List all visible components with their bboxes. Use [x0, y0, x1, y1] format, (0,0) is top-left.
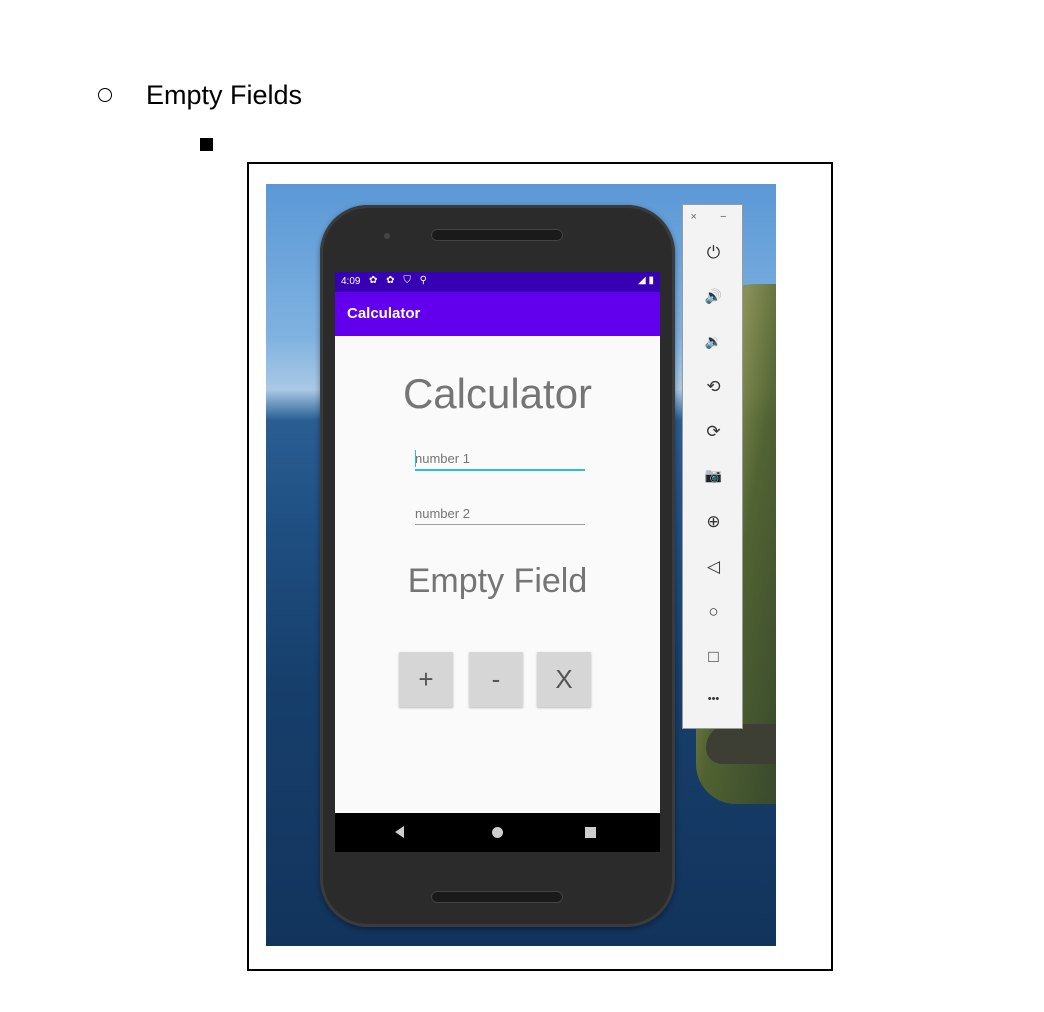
number2-input[interactable] [415, 502, 585, 525]
multiply-button[interactable]: X [537, 652, 591, 707]
emulator-toolbar: × − ⏻ 🔊 🔉 ⟲ ⟳ 📷 ⊕ ◁ ○ □ ••• [682, 204, 743, 729]
number1-input[interactable] [415, 447, 585, 471]
status-bar: 4:09 ✿ ✿ ⛉ ⚲ ◢ ▮ [335, 272, 660, 292]
back-icon[interactable]: ◁ [683, 557, 744, 577]
volume-up-icon[interactable]: 🔊 [683, 288, 744, 305]
overview-icon[interactable]: □ [683, 647, 744, 667]
window-controls[interactable]: × − [683, 211, 744, 223]
status-notification-icons: ✿ ✿ ⛉ ⚲ [369, 275, 430, 286]
list-bullet-circle [98, 88, 112, 102]
result-text: Empty Field [407, 562, 588, 600]
more-icon[interactable]: ••• [683, 693, 744, 705]
rotate-right-icon[interactable]: ⟳ [683, 422, 744, 442]
status-time: 4:09 [341, 276, 361, 287]
recents-nav-icon[interactable] [585, 827, 596, 838]
home-icon[interactable]: ○ [683, 602, 744, 622]
text-cursor [415, 450, 416, 467]
calculator-title: Calculator [402, 370, 593, 417]
signal-battery-icon: ◢ ▮ [638, 275, 654, 286]
camera-icon[interactable]: 📷 [683, 467, 744, 484]
section-heading: Empty Fields [146, 80, 303, 110]
rotate-left-icon[interactable]: ⟲ [683, 377, 744, 397]
phone-camera [384, 233, 390, 239]
phone-speaker-bottom [431, 891, 563, 903]
wallpaper-rock [706, 724, 776, 764]
app-title: Calculator [347, 305, 421, 322]
back-nav-icon[interactable] [395, 826, 404, 838]
navigation-bar [335, 813, 660, 852]
add-button[interactable]: + [399, 652, 453, 707]
volume-down-icon[interactable]: 🔉 [683, 333, 744, 350]
zoom-icon[interactable]: ⊕ [683, 512, 744, 532]
phone-screen: 4:09 ✿ ✿ ⛉ ⚲ ◢ ▮ Calculator Calculator E… [335, 272, 660, 852]
power-icon[interactable]: ⏻ [683, 243, 744, 263]
app-bar: Calculator [335, 292, 660, 336]
home-nav-icon[interactable] [492, 827, 503, 838]
list-bullet-square [200, 138, 213, 151]
phone-speaker-top [431, 229, 563, 241]
subtract-button[interactable]: - [469, 652, 523, 707]
